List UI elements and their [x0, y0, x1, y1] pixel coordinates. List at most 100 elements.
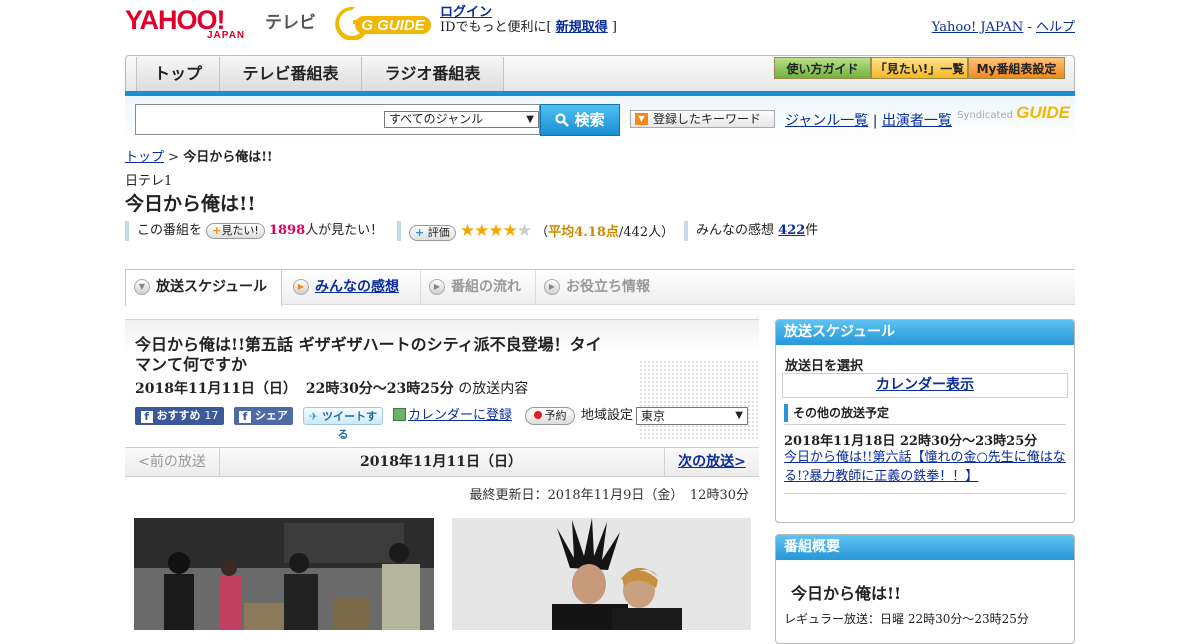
tweet-button[interactable]: ✈ ツイートする: [303, 407, 383, 441]
classroom-scene-image: [134, 518, 434, 630]
rating-average: 平均4.18点: [548, 225, 619, 240]
overview-title: 今日から俺は!!: [791, 584, 902, 603]
rate-button[interactable]: + 評価: [409, 224, 456, 241]
yahoo-japan-logo[interactable]: YAHOO! JAPAN: [125, 6, 261, 42]
want-button[interactable]: +見たい!: [206, 222, 265, 239]
region-label: 地域設定: [581, 408, 634, 423]
login-link[interactable]: ログイン: [440, 5, 492, 20]
my-guide-settings-button[interactable]: My番組表設定: [968, 57, 1065, 79]
syndicated-label: Syndicated: [957, 110, 1013, 121]
search-button-label: 検索: [574, 111, 605, 129]
divider: [784, 493, 1066, 494]
episode-photo-2: [452, 518, 751, 630]
schedule-panel-header: 放送スケジュール: [776, 320, 1074, 345]
next-broadcast-link[interactable]: 次の放送>: [678, 454, 746, 470]
next-broadcast: 次の放送>: [664, 448, 759, 476]
registered-keywords-button[interactable]: ▼ 登録したキーワード: [630, 110, 775, 128]
want-list-button[interactable]: 「見たい!」一覧: [871, 57, 968, 79]
rating-stat: + 評価 ★★★★★ （平均4.18点/442人）: [397, 221, 674, 241]
episode-date: 2018年11月11日（日）: [135, 381, 297, 397]
channel-name: 日テレ1: [125, 174, 173, 189]
impressions-stat: みんなの感想 422件: [684, 221, 818, 241]
tweet-label: ツイートする: [322, 410, 378, 441]
yahoo-japan-link[interactable]: Yahoo! JAPAN: [932, 20, 1024, 35]
calendar-register-link[interactable]: カレンダーに登録: [408, 408, 512, 423]
subtab-schedule[interactable]: ▼ 放送スケジュール: [125, 270, 282, 306]
breadcrumb: トップ > 今日から俺は!!: [125, 146, 273, 165]
other-broadcast-link[interactable]: 今日から俺は!!第六話【憧れの金○先生に俺はなる!?暴力教師に正義の鉄拳！！】: [784, 450, 1066, 484]
nav-tab-top[interactable]: トップ: [136, 57, 220, 91]
program-subtabs: ▼ 放送スケジュール ▶ みんなの感想 ▶ 番組の流れ ▶ お役立ち情報: [125, 269, 1075, 306]
facebook-share-button[interactable]: f シェア: [234, 407, 293, 425]
rating-count: /442人）: [618, 225, 675, 240]
search-bar: すべてのジャンル ▼ 検索 ▼ 登録したキーワード ジャンル一覧 | 出演者一覧…: [125, 96, 1075, 140]
dropdown-arrow-icon: ▼: [635, 113, 648, 125]
reserve-label: 予約: [544, 409, 567, 422]
calendar-register: カレンダーに登録: [393, 407, 512, 425]
login-area: ログイン IDでもっと便利に[ 新規取得 ]: [440, 5, 617, 35]
top-links: Yahoo! JAPAN - ヘルプ: [932, 16, 1075, 35]
want-suffix: 人が見たい！: [305, 223, 384, 238]
episode-title: 今日から俺は!!第五話 ギザギザハートのシティ派不良登場！タイマンて何ですか: [135, 335, 602, 374]
select-date-label: 放送日を選択: [785, 359, 864, 374]
breadcrumb-current: 今日から俺は!!: [183, 150, 273, 165]
overview-panel-header: 番組概要: [776, 535, 1074, 560]
facebook-recommend-button[interactable]: f おすすめ 17: [135, 407, 224, 425]
chevron-right-circle-icon: ▶: [293, 279, 309, 295]
nav-tab-tv-guide[interactable]: テレビ番組表: [220, 57, 362, 91]
twitter-bird-icon: ✈: [308, 410, 319, 423]
facebook-recommend-label: おすすめ: [156, 409, 201, 422]
gguide-logo-text: G GUIDE: [361, 17, 425, 34]
subtab-impressions[interactable]: ▶ みんなの感想: [285, 270, 420, 305]
other-broadcast-title: 今日から俺は!!第六話【憧れの金○先生に俺はなる!?暴力教師に正義の鉄拳！！】: [784, 448, 1066, 486]
facebook-icon: f: [239, 411, 252, 423]
cast-list-link[interactable]: 出演者一覧: [882, 113, 952, 129]
overview-panel: 番組概要 今日から俺は!! レギュラー放送：日曜 22時30分～23時25分: [775, 534, 1075, 644]
login-note-post: ]: [607, 20, 617, 35]
genre-list-link[interactable]: ジャンル一覧: [785, 113, 868, 129]
region-select[interactable]: 東京 ▼: [636, 407, 748, 425]
episode-datetime: 2018年11月11日（日） 22時30分～23時25分 の放送内容: [135, 378, 528, 398]
chevron-right-circle-icon: ▶: [429, 279, 445, 295]
dot-pattern: [639, 360, 759, 440]
star-rating: ★★★★★: [459, 221, 532, 241]
impressions-count-link[interactable]: 422: [778, 223, 805, 238]
facebook-recommend-count: 17: [204, 409, 219, 422]
plus-icon: +: [212, 223, 222, 237]
chevron-down-icon: ▼: [735, 410, 743, 421]
subtab-info-label: お役立ち情報: [566, 279, 650, 295]
want-button-label: 見たい!: [221, 223, 259, 237]
want-prefix: この番組を: [137, 223, 203, 238]
want-stat: この番組を +見たい! 1898人が見たい！: [125, 221, 383, 241]
nav-tab-radio-guide[interactable]: ラジオ番組表: [362, 57, 504, 91]
page: YAHOO! JAPAN テレビ G GUIDE ログイン IDでもっと便利に[…: [125, 0, 1075, 644]
calendar-view-button[interactable]: カレンダー表示: [782, 373, 1068, 398]
record-dot-icon: [533, 411, 542, 419]
help-link[interactable]: ヘルプ: [1036, 20, 1075, 35]
register-link[interactable]: 新規取得: [556, 20, 608, 35]
impressions-label: みんなの感想: [696, 223, 775, 238]
episode-photo-1: [134, 518, 434, 630]
breadcrumb-sep: >: [164, 150, 184, 165]
search-button[interactable]: 検索: [540, 104, 620, 136]
gguide-logo[interactable]: G GUIDE: [335, 6, 435, 40]
two-students-image: [452, 518, 751, 630]
divider: [784, 424, 1066, 425]
program-title: 今日から俺は!!: [125, 193, 256, 215]
subtab-schedule-label: 放送スケジュール: [156, 279, 268, 295]
tv-label: テレビ: [265, 13, 316, 33]
prev-broadcast: <前の放送: [125, 448, 220, 476]
episode-date-suffix: の放送内容: [458, 381, 529, 397]
top-links-sep: -: [1023, 20, 1036, 35]
main-nav: トップ テレビ番組表 ラジオ番組表 使い方ガイド 「見たい!」一覧 My番組表設…: [125, 55, 1075, 91]
login-note-pre: IDでもっと便利に[: [440, 20, 556, 35]
want-count: 1898: [268, 223, 306, 238]
breadcrumb-top-link[interactable]: トップ: [125, 150, 164, 165]
reserve-button[interactable]: 予約: [525, 407, 575, 425]
genre-select[interactable]: すべてのジャンル ▼: [384, 111, 539, 128]
calendar-view-link[interactable]: カレンダー表示: [876, 377, 974, 393]
guide-button[interactable]: 使い方ガイド: [774, 57, 871, 79]
pager-current-date: 2018年11月11日（日）: [360, 454, 522, 470]
subtab-impressions-label: みんなの感想: [315, 279, 399, 295]
other-broadcasts-label: その他の放送予定: [784, 404, 1066, 422]
